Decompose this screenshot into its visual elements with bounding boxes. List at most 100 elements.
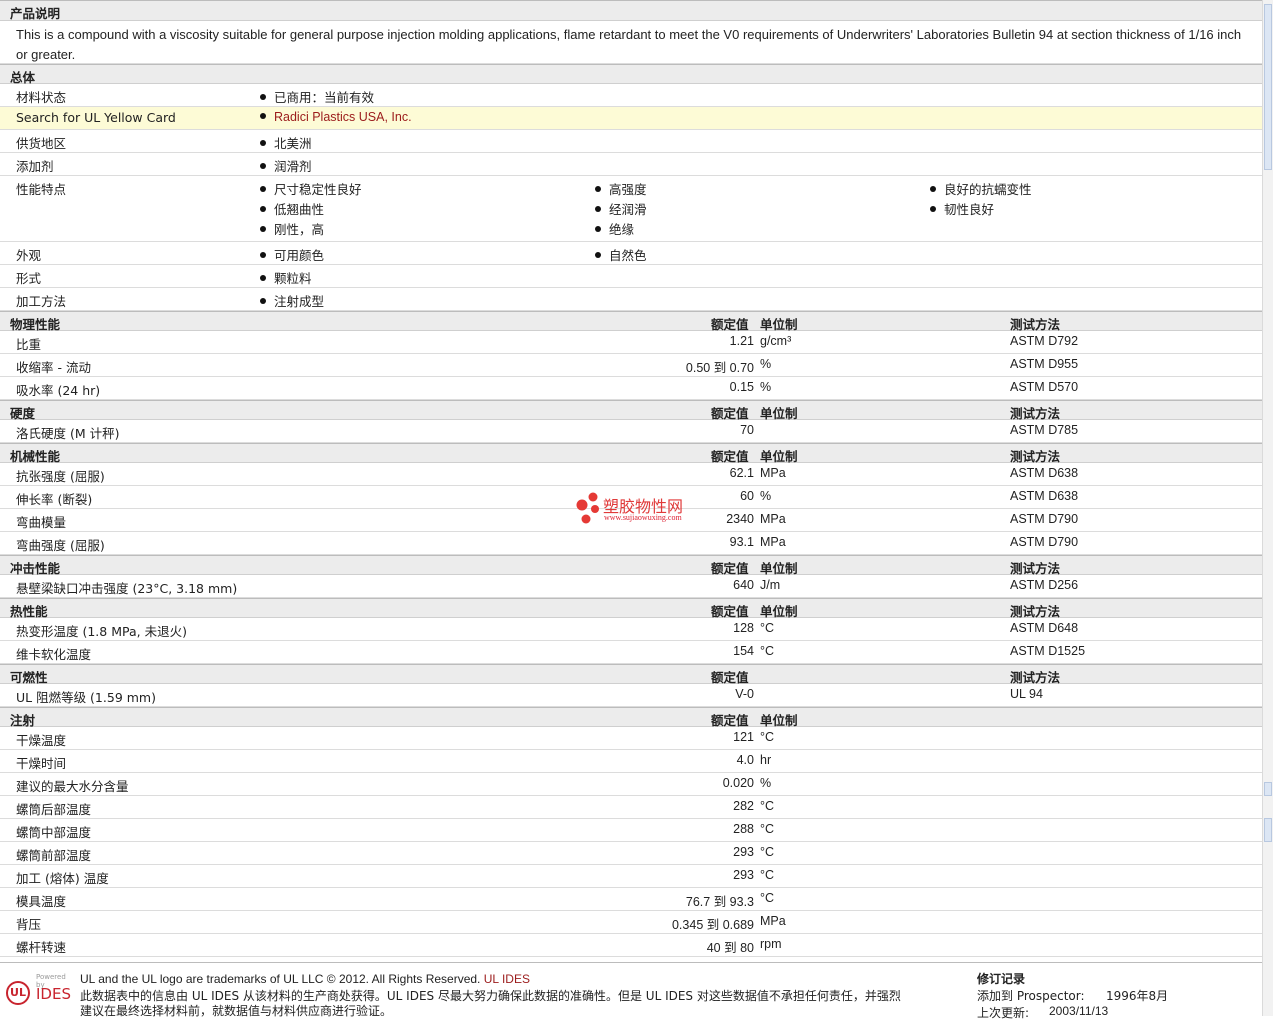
property-label: 维卡软化温度 [16, 647, 92, 662]
property-value: 288 [733, 822, 754, 836]
bullet-item: 润滑剂 [260, 156, 312, 175]
bullet-icon [260, 186, 266, 192]
property-value: 2340 [726, 512, 754, 526]
bullet-icon [595, 206, 601, 212]
bullet-icon [260, 298, 266, 304]
product-description: This is a compound with a viscosity suit… [0, 21, 1262, 64]
property-unit: °C [760, 799, 775, 813]
property-value: 60 [740, 489, 754, 503]
section-header: 硬度 额定值 单位制 测试方法 [0, 400, 1262, 421]
property-unit: % [760, 776, 772, 790]
property-row: 干燥时间 4.0 hr [0, 750, 1262, 773]
bullet-icon [260, 140, 266, 146]
property-unit: % [760, 357, 772, 371]
property-unit: °C [760, 845, 775, 859]
property-unit: °C [760, 822, 775, 836]
bullet-icon [930, 186, 936, 192]
bullet-text[interactable]: Radici Plastics USA, Inc. [274, 110, 412, 124]
property-label: 弯曲模量 [16, 515, 67, 530]
property-row: 建议的最大水分含量 0.020% [0, 773, 1262, 796]
property-value: 154 [733, 644, 754, 658]
property-value: V-0 [735, 687, 754, 701]
bullet-item[interactable]: Radici Plastics USA, Inc. [260, 110, 412, 124]
scrollbar-thumb[interactable] [1264, 4, 1272, 170]
property-value: 0.50 到 0.70 [685, 361, 754, 375]
property-label: UL 阻燃等级 (1.59 mm) [16, 690, 156, 705]
bullet-item: 自然色 [595, 245, 647, 264]
section-header: 可燃性 额定值 测试方法 [0, 664, 1262, 685]
bullet-item: 注射成型 [260, 291, 324, 310]
property-value: 0.15 [729, 380, 754, 394]
section-header: 机械性能 额定值 单位制 测试方法 [0, 443, 1262, 464]
bullet-text: 可用颜色 [274, 249, 325, 263]
row-label: 供货地区 [16, 136, 67, 151]
row-label: 材料状态 [16, 90, 67, 105]
property-row: 背压 0.345 到 0.689 MPa [0, 911, 1262, 934]
property-row: 悬壁梁缺口冲击强度 (23°C, 3.18 mm) 640 J/m ASTM D256 [0, 575, 1262, 598]
bullet-text: 经润滑 [609, 203, 647, 217]
general-row: 供货地区 北美洲 [0, 130, 1262, 153]
bullet-text: 绝缘 [609, 223, 635, 237]
property-unit: MPa [760, 914, 786, 928]
property-unit: °C [760, 644, 775, 658]
property-value: 0.020 [722, 776, 754, 790]
test-method: ASTM D256 [1010, 578, 1079, 592]
watermark-url: www.sujiaowuxing.com [604, 513, 682, 522]
property-label: 洛氏硬度 (M 计秤) [16, 426, 120, 441]
ul-ides-link[interactable]: UL IDES [484, 972, 530, 986]
vertical-scrollbar[interactable] [1262, 0, 1273, 1016]
bullet-text: 自然色 [609, 249, 647, 263]
watermark-dots-icon [576, 492, 599, 524]
property-row: 螺杆转速 40 到 80 rpm [0, 934, 1262, 957]
bullet-text: 刚性，高 [274, 223, 325, 237]
bullet-text: 已商用：当前有效 [274, 91, 375, 105]
general-row: Search for UL Yellow Card Radici Plastics… [0, 107, 1262, 130]
bullet-icon [260, 252, 266, 258]
property-label: 螺筒前部温度 [16, 848, 92, 863]
property-label: 螺筒中部温度 [16, 825, 92, 840]
bullet-text: 润滑剂 [274, 160, 312, 174]
property-value: 70 [740, 423, 754, 437]
section-header-general: 总体 [0, 64, 1262, 85]
property-row: 热变形温度 (1.8 MPa, 未退火) 128 °C ASTM D648 [0, 618, 1262, 641]
bullet-icon [595, 226, 601, 232]
bullet-text: 高强度 [609, 183, 647, 197]
bullet-icon [260, 275, 266, 281]
datasheet: 产品说明 This is a compound with a viscosity… [0, 0, 1262, 957]
property-value: 76.7 到 93.3 [685, 895, 754, 909]
property-label: 螺杆转速 [16, 940, 67, 955]
test-method: ASTM D955 [1010, 357, 1079, 371]
property-label: 干燥温度 [16, 733, 67, 748]
trademark-line: UL and the UL logo are trademarks of UL … [80, 972, 530, 986]
test-method: ASTM D648 [1010, 621, 1079, 635]
bullet-item: 良好的抗蠕变性 [930, 179, 1032, 198]
property-sections: 物理性能 额定值 单位制 测试方法 比重 1.21 g/cm³ ASTM D792 收缩率 - … [0, 311, 1262, 957]
general-row: 加工方法 注射成型 [0, 288, 1262, 311]
property-unit: °C [760, 730, 775, 744]
property-row: 加工 (熔体) 温度 293 °C [0, 865, 1262, 888]
row-label[interactable]: Search for UL Yellow Card [16, 110, 176, 125]
property-row: 比重 1.21 g/cm³ ASTM D792 [0, 331, 1262, 354]
bullet-item: 绝缘 [595, 219, 634, 238]
test-method: ASTM D570 [1010, 380, 1079, 394]
property-value: 293 [733, 845, 754, 859]
bullet-item: 韧性良好 [930, 199, 994, 218]
property-value: 1.21 [729, 334, 754, 348]
ides-wordmark: IDES [36, 985, 71, 1003]
added-label: 添加到 Prospector: [977, 989, 1085, 1003]
property-unit: MPa [760, 535, 786, 549]
revision-title: 修订记录 [977, 972, 1026, 986]
property-row: 弯曲强度 (屈服) 93.1 MPa ASTM D790 [0, 532, 1262, 555]
test-method: ASTM D638 [1010, 489, 1079, 503]
test-method: ASTM D785 [1010, 423, 1079, 437]
property-label: 干燥时间 [16, 756, 67, 771]
property-unit: MPa [760, 466, 786, 480]
property-unit: hr [760, 753, 772, 767]
general-row: 形式 颗粒料 [0, 265, 1262, 288]
section-header: 冲击性能 额定值 单位制 测试方法 [0, 555, 1262, 576]
test-method: ASTM D790 [1010, 535, 1079, 549]
property-row: 吸水率 (24 hr) 0.15% ASTM D570 [0, 377, 1262, 400]
property-value: 282 [733, 799, 754, 813]
bullet-item: 高强度 [595, 179, 647, 198]
bullet-text: 北美洲 [274, 137, 312, 151]
